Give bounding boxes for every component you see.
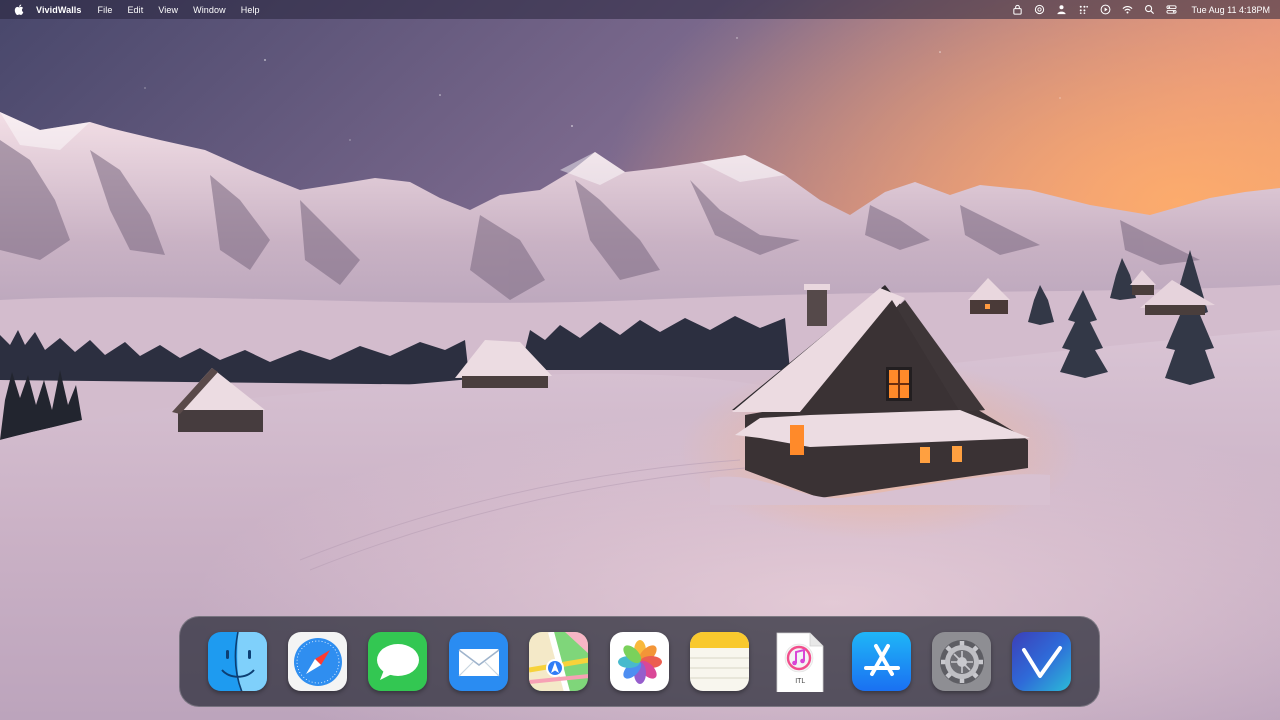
menu-bar-left: VividWalls File Edit View Window Help bbox=[14, 4, 275, 15]
search-icon[interactable] bbox=[1144, 4, 1155, 15]
control-center-icon[interactable] bbox=[1166, 4, 1177, 15]
user-icon[interactable] bbox=[1056, 4, 1067, 15]
dock-item-photos[interactable] bbox=[609, 632, 669, 692]
settings-gear-icon bbox=[932, 632, 991, 691]
itl-file-label: ITL bbox=[795, 677, 806, 685]
lock-icon[interactable] bbox=[1012, 4, 1023, 15]
wifi-icon[interactable] bbox=[1122, 4, 1133, 15]
menu-file[interactable]: File bbox=[98, 5, 113, 15]
vividwalls-icon bbox=[1012, 632, 1072, 691]
dock-item-app-store[interactable] bbox=[851, 632, 911, 692]
apple-logo-icon[interactable] bbox=[14, 4, 24, 15]
grid-dots-icon[interactable] bbox=[1078, 4, 1089, 15]
dock-item-mail[interactable] bbox=[448, 632, 508, 692]
play-circle-icon[interactable] bbox=[1100, 4, 1111, 15]
notes-icon bbox=[689, 632, 749, 691]
messages-icon bbox=[368, 632, 428, 691]
dock: ITL bbox=[179, 616, 1100, 707]
dock-item-safari[interactable] bbox=[288, 632, 347, 692]
menu-bar: VividWalls File Edit View Window Help Tu… bbox=[0, 0, 1280, 19]
menu-app-name[interactable]: VividWalls bbox=[36, 5, 82, 15]
mail-icon bbox=[448, 632, 508, 691]
menu-help[interactable]: Help bbox=[241, 5, 260, 15]
safari-icon bbox=[288, 632, 347, 691]
app-store-icon bbox=[851, 632, 911, 691]
menu-bar-clock[interactable]: Tue Aug 11 4:18PM bbox=[1191, 5, 1270, 15]
photos-icon bbox=[609, 632, 669, 691]
menu-edit[interactable]: Edit bbox=[127, 5, 143, 15]
menu-view[interactable]: View bbox=[158, 5, 178, 15]
maps-icon bbox=[529, 632, 589, 691]
menu-window[interactable]: Window bbox=[193, 5, 226, 15]
dock-item-system-settings[interactable] bbox=[932, 632, 991, 692]
dock-item-vividwalls[interactable] bbox=[1012, 632, 1072, 692]
finder-icon bbox=[207, 632, 267, 691]
dock-item-itl[interactable]: ITL bbox=[770, 632, 830, 692]
chatgpt-icon[interactable] bbox=[1034, 4, 1045, 15]
desktop-wallpaper bbox=[0, 0, 1280, 720]
menu-bar-right: Tue Aug 11 4:18PM bbox=[1001, 4, 1270, 15]
dock-item-notes[interactable] bbox=[689, 632, 749, 692]
dock-item-finder[interactable] bbox=[207, 632, 267, 692]
dock-item-maps[interactable] bbox=[529, 632, 589, 692]
dock-item-messages[interactable] bbox=[368, 632, 428, 692]
